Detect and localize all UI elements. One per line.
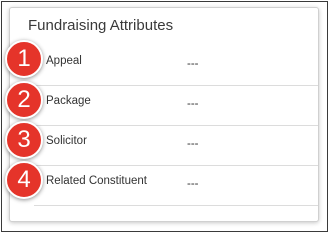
card-title: Fundraising Attributes [28, 17, 174, 34]
field-label-solicitor: Solicitor [46, 135, 87, 147]
field-label-appeal: Appeal [46, 55, 82, 67]
callout-badge-4: 4 [5, 161, 43, 199]
field-value-appeal: --- [187, 58, 199, 70]
field-row-package: Package --- [34, 86, 318, 126]
field-row-solicitor: Solicitor --- [34, 126, 318, 166]
field-value-solicitor: --- [187, 138, 199, 150]
field-label-related-constituent: Related Constituent [46, 175, 148, 187]
fundraising-attributes-card: Fundraising Attributes Appeal --- Packag… [9, 7, 319, 222]
callout-badge-1: 1 [5, 40, 43, 78]
field-value-related-constituent: --- [187, 178, 199, 190]
field-value-package: --- [187, 98, 199, 110]
field-row-appeal: Appeal --- [34, 46, 318, 86]
callout-badge-2: 2 [5, 81, 43, 119]
field-label-package: Package [46, 95, 91, 107]
callout-badge-3: 3 [5, 121, 43, 159]
field-row-related-constituent: Related Constituent --- [34, 166, 318, 206]
